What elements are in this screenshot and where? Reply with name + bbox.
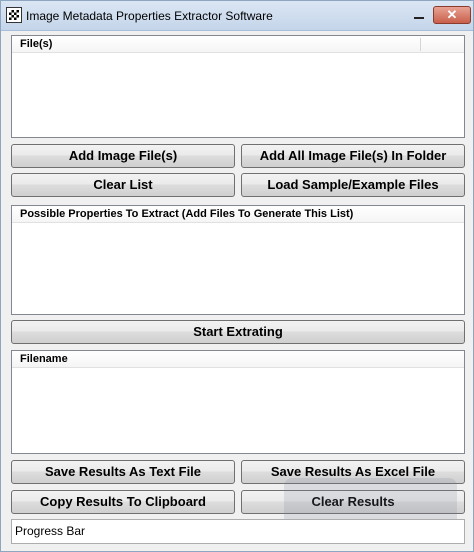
load-sample-files-button[interactable]: Load Sample/Example Files <box>241 173 465 197</box>
start-extracting-button[interactable]: Start Extrating <box>11 320 465 344</box>
files-list-header[interactable]: File(s) <box>12 36 464 53</box>
results-list[interactable]: Filename <box>11 350 465 454</box>
column-divider[interactable] <box>420 38 421 51</box>
properties-list-header[interactable]: Possible Properties To Extract (Add File… <box>12 206 464 223</box>
minimize-icon[interactable] <box>408 6 430 24</box>
properties-list[interactable]: Possible Properties To Extract (Add File… <box>11 205 465 315</box>
progress-bar: Progress Bar <box>11 519 465 544</box>
main-window: Image Metadata Properties Extractor Soft… <box>0 0 474 552</box>
copy-results-clipboard-button[interactable]: Copy Results To Clipboard <box>11 490 235 514</box>
properties-column-label: Possible Properties To Extract (Add File… <box>20 208 354 220</box>
files-column-label: File(s) <box>20 38 53 50</box>
filename-column-label: Filename <box>20 353 68 365</box>
clear-results-button[interactable]: Clear Results <box>241 490 465 514</box>
progress-bar-label: Progress Bar <box>15 524 86 538</box>
app-icon[interactable] <box>6 7 22 23</box>
files-list[interactable]: File(s) <box>11 35 465 138</box>
window-title: Image Metadata Properties Extractor Soft… <box>26 9 273 23</box>
add-image-files-button[interactable]: Add Image File(s) <box>11 144 235 168</box>
clear-list-button[interactable]: Clear List <box>11 173 235 197</box>
title-bar[interactable]: Image Metadata Properties Extractor Soft… <box>1 1 473 31</box>
save-results-text-button[interactable]: Save Results As Text File <box>11 460 235 484</box>
save-results-excel-button[interactable]: Save Results As Excel File <box>241 460 465 484</box>
results-list-header[interactable]: Filename <box>12 351 464 368</box>
close-icon[interactable]: ✕ <box>433 6 471 24</box>
add-all-files-in-folder-button[interactable]: Add All Image File(s) In Folder <box>241 144 465 168</box>
